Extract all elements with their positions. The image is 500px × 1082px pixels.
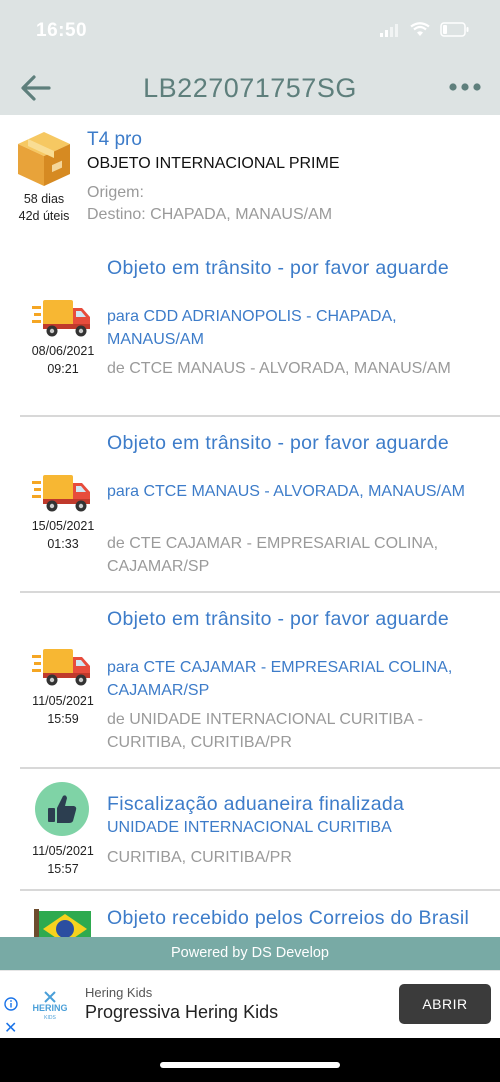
- tracking-event[interactable]: Objeto recebido pelos Correios do Brasil: [0, 899, 500, 937]
- ad-banner[interactable]: ✕ HERING KIDS Hering Kids Progressiva He…: [0, 970, 500, 1038]
- event-origin: de UNIDADE INTERNACIONAL CURITIBA - CURI…: [107, 711, 423, 751]
- event-status: Fiscalização aduaneira finalizada: [107, 793, 405, 815]
- event-status: Objeto recebido pelos Correios do Brasil: [107, 907, 470, 929]
- event-datetime: 11/05/2021 15:59: [18, 692, 108, 728]
- package-origin: Origem:: [87, 184, 144, 201]
- event-destination: para CTE CAJAMAR - EMPRESARIAL COLINA, C…: [107, 659, 453, 699]
- package-name: T4 pro: [87, 129, 142, 150]
- tracking-event[interactable]: 11/05/2021 15:59 Objeto em trânsito - po…: [0, 601, 500, 767]
- tracking-event[interactable]: 08/06/2021 09:21 Objeto em trânsito - po…: [0, 250, 500, 416]
- truck-icon: [32, 649, 90, 686]
- package-destination: Destino: CHAPADA, MANAUS/AM: [87, 206, 333, 223]
- thumbs-up-icon: [35, 782, 89, 836]
- battery-icon: [440, 22, 469, 37]
- brazil-flag-icon: [34, 909, 91, 937]
- ad-brand: Hering Kids: [85, 985, 153, 1000]
- truck-icon: [32, 475, 90, 512]
- event-date: 15/05/2021: [31, 519, 95, 533]
- event-time: 01:33: [47, 537, 79, 551]
- ad-open-button[interactable]: ABRIR: [399, 984, 491, 1024]
- tracking-event[interactable]: 15/05/2021 01:33 Objeto em trânsito - po…: [0, 425, 500, 591]
- hering-logo-subtext: KIDS: [44, 1015, 56, 1021]
- event-status: Objeto em trânsito - por favor aguarde: [107, 432, 449, 454]
- event-datetime: 11/05/2021 15:57: [18, 842, 108, 878]
- ad-close-icon[interactable]: ✕: [4, 1018, 17, 1038]
- wifi-icon: [410, 22, 430, 36]
- tracking-event[interactable]: 11/05/2021 15:57 Fiscalização aduaneira …: [0, 777, 500, 889]
- event-date: 11/05/2021: [32, 844, 94, 858]
- event-origin: de CTE CAJAMAR - EMPRESARIAL COLINA, CAJ…: [107, 535, 439, 575]
- event-time: 15:59: [47, 712, 79, 726]
- truck-icon: [32, 300, 90, 337]
- event-destination: UNIDADE INTERNACIONAL CURITIBA: [107, 819, 392, 836]
- days-counter: 58 dias 42d úteis: [8, 191, 80, 225]
- package-type: OBJETO INTERNACIONAL PRIME: [87, 155, 340, 172]
- signal-icon: [380, 23, 398, 37]
- ad-info-icon[interactable]: [4, 997, 18, 1011]
- hering-logo: HERING KIDS: [32, 991, 68, 1021]
- status-time: 16:50: [36, 20, 88, 41]
- divider: [20, 415, 500, 417]
- divider: [20, 767, 500, 769]
- event-time: 09:21: [47, 362, 79, 376]
- event-destination: para CTCE MANAUS - ALVORADA, MANAUS/AM: [107, 483, 465, 500]
- package-box-icon: [18, 132, 70, 186]
- app-header: LB227071757SG: [0, 60, 500, 115]
- more-options-icon[interactable]: [446, 72, 484, 102]
- event-date: 11/05/2021: [32, 694, 94, 708]
- home-indicator[interactable]: [160, 1062, 340, 1068]
- divider: [20, 889, 500, 891]
- navigation-bar: [0, 1038, 500, 1082]
- tracking-code-title: LB227071757SG: [143, 73, 357, 103]
- days-total: 58 dias: [23, 192, 65, 206]
- days-business: 42d úteis: [18, 209, 70, 223]
- ad-headline: Progressiva Hering Kids: [85, 1002, 279, 1022]
- event-datetime: 08/06/2021 09:21: [18, 342, 108, 378]
- status-bar: 16:50: [0, 0, 500, 60]
- hering-logo-text: HERING: [32, 1003, 67, 1013]
- system-icons: [380, 22, 470, 37]
- event-datetime: 15/05/2021 01:33: [18, 517, 108, 553]
- event-status: Objeto em trânsito - por favor aguarde: [107, 257, 449, 279]
- powered-by-bar: Powered by DS Develop: [0, 937, 500, 970]
- event-status: Objeto em trânsito - por favor aguarde: [107, 608, 449, 630]
- event-destination: para CDD ADRIANOPOLIS - CHAPADA, MANAUS/…: [107, 308, 397, 348]
- event-origin: de CTCE MANAUS - ALVORADA, MANAUS/AM: [107, 360, 451, 377]
- event-origin: CURITIBA, CURITIBA/PR: [107, 849, 292, 866]
- event-date: 08/06/2021: [31, 344, 95, 358]
- divider: [20, 591, 500, 593]
- event-time: 15:57: [47, 862, 79, 876]
